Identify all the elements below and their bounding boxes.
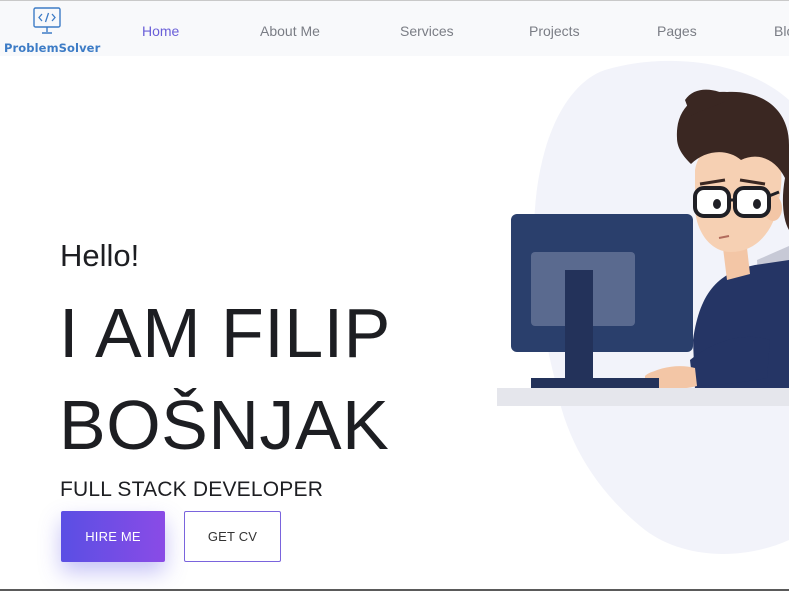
nav-blog[interactable]: Blo <box>774 23 789 39</box>
logo[interactable]: ProblemSolver <box>4 6 100 56</box>
nav-services[interactable]: Services <box>400 23 454 39</box>
nav-pages[interactable]: Pages <box>657 23 697 39</box>
code-monitor-icon <box>33 7 61 34</box>
hero-role: FULL STACK DEVELOPER <box>60 478 324 501</box>
top-navbar: ProblemSolver Home About Me Services Pro… <box>0 1 789 56</box>
nav-projects[interactable]: Projects <box>529 23 580 39</box>
nav-home[interactable]: Home <box>142 23 179 39</box>
get-cv-button[interactable]: GET CV <box>184 511 281 562</box>
developer-at-computer-illustration <box>497 60 789 554</box>
hire-me-button[interactable]: HIRE ME <box>61 511 165 562</box>
hero-greeting: Hello! <box>60 238 140 273</box>
brand-name: ProblemSolver <box>4 41 101 55</box>
hero-name-line-1: I AM FILIP <box>59 294 391 372</box>
hero-name-line-2: BOŠNJAK <box>59 386 390 464</box>
nav-about-me[interactable]: About Me <box>260 23 320 39</box>
